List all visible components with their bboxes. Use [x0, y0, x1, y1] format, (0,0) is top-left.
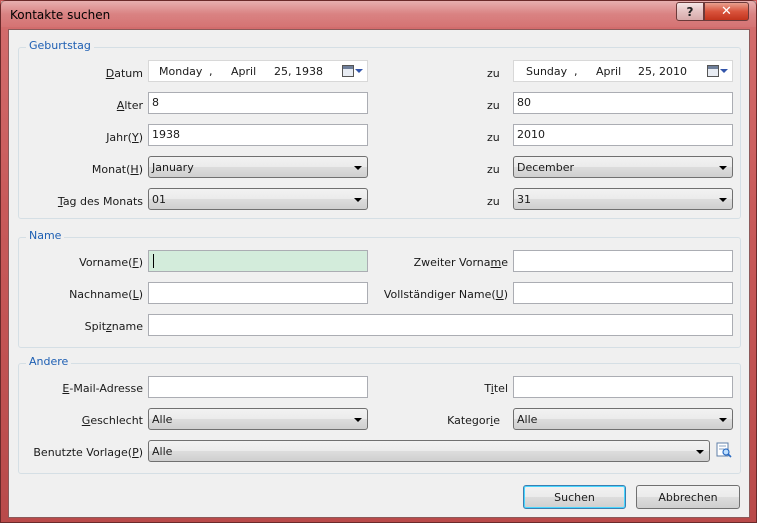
month-to-value: December: [517, 161, 575, 174]
last-name-field[interactable]: [148, 282, 368, 304]
date-to-sep: ,: [574, 65, 578, 78]
month-label: Monat(H): [91, 163, 143, 176]
template-select[interactable]: Alle: [148, 440, 710, 462]
gender-value: Alle: [152, 413, 173, 426]
category-label: Kategorie: [447, 414, 500, 427]
calendar-icon[interactable]: [342, 65, 354, 77]
date-label: Datum: [105, 67, 143, 80]
other-legend: Andere: [26, 355, 72, 368]
template-value: Alle: [152, 445, 173, 458]
date-from-month: April: [231, 65, 257, 78]
dialog-content: Geburtstag Datum Monday , April 25, 1938…: [8, 29, 750, 518]
day-to-value: 31: [517, 193, 531, 206]
email-field[interactable]: [148, 376, 368, 398]
middle-name-field[interactable]: [513, 250, 733, 272]
month-from-value: January: [152, 161, 194, 174]
chevron-down-icon: [719, 166, 727, 170]
chevron-down-icon: [696, 450, 704, 454]
year-to-label: zu: [487, 131, 500, 144]
day-to-select[interactable]: 31: [513, 188, 733, 210]
chevron-down-icon: [719, 418, 727, 422]
full-name-label: Vollständiger Name(U): [383, 288, 508, 301]
date-to-month: April: [596, 65, 622, 78]
window-title: Kontakte suchen: [10, 8, 111, 22]
full-name-field[interactable]: [513, 282, 733, 304]
calendar-icon[interactable]: [707, 65, 719, 77]
chevron-down-icon: [354, 166, 362, 170]
title-label: Titel: [484, 382, 508, 395]
help-button[interactable]: ?: [676, 2, 704, 21]
date-from-day-year: 25, 1938: [274, 65, 323, 78]
chevron-down-icon: [354, 198, 362, 202]
first-name-field[interactable]: [148, 250, 368, 272]
year-from-field[interactable]: 1938: [148, 124, 368, 146]
year-to-field[interactable]: 2010: [513, 124, 733, 146]
gender-select[interactable]: Alle: [148, 408, 368, 430]
date-from-picker[interactable]: Monday , April 25, 1938: [148, 60, 368, 82]
date-to-day-year: 25, 2010: [638, 65, 687, 78]
close-button[interactable]: ✕: [704, 2, 749, 21]
name-group: Name Vorname(F) Zweiter Vorname Nachname…: [18, 229, 741, 348]
date-to-weekday: Sunday: [526, 65, 568, 78]
nickname-field[interactable]: [148, 314, 733, 336]
title-bar: Kontakte suchen ? ✕: [1, 1, 756, 27]
chevron-down-icon[interactable]: [355, 69, 363, 73]
middle-name-label: Zweiter Vorname: [413, 256, 508, 269]
age-to-field[interactable]: 80: [513, 92, 733, 114]
chevron-down-icon: [354, 418, 362, 422]
chevron-down-icon[interactable]: [720, 69, 728, 73]
email-label: E-Mail-Adresse: [62, 382, 143, 395]
gender-label: Geschlecht: [81, 414, 143, 427]
month-from-select[interactable]: January: [148, 156, 368, 178]
title-field[interactable]: [513, 376, 733, 398]
dialog-window: Kontakte suchen ? ✕ Geburtstag Datum Mon…: [0, 0, 757, 523]
date-from-weekday: Monday: [159, 65, 203, 78]
age-from-field[interactable]: 8: [148, 92, 368, 114]
age-to-label: zu: [487, 99, 500, 112]
day-from-select[interactable]: 01: [148, 188, 368, 210]
search-button[interactable]: Suchen: [523, 485, 626, 509]
cancel-button[interactable]: Abbrechen: [636, 485, 740, 509]
month-to-select[interactable]: December: [513, 156, 733, 178]
last-name-label: Nachname(L): [69, 288, 143, 301]
template-label: Benutzte Vorlage(P): [33, 446, 143, 459]
month-to-label: zu: [487, 163, 500, 176]
first-name-label: Vorname(F): [79, 256, 143, 269]
birthday-legend: Geburtstag: [26, 39, 94, 52]
day-to-label: zu: [487, 195, 500, 208]
other-group: Andere E-Mail-Adresse Titel Geschlecht A…: [18, 355, 741, 474]
template-lookup-icon[interactable]: [716, 442, 732, 458]
age-label: Alter: [116, 99, 143, 112]
nickname-label: Spitzname: [84, 320, 143, 333]
year-label: Jahr(Y): [106, 131, 143, 144]
date-to-label: zu: [487, 67, 500, 80]
birthday-group: Geburtstag Datum Monday , April 25, 1938…: [18, 39, 741, 219]
date-to-picker[interactable]: Sunday , April 25, 2010: [513, 60, 733, 82]
date-from-sep: ,: [209, 65, 213, 78]
category-select[interactable]: Alle: [513, 408, 733, 430]
name-legend: Name: [26, 229, 65, 242]
category-value: Alle: [517, 413, 538, 426]
chevron-down-icon: [719, 198, 727, 202]
day-of-month-label: Tag des Monats: [57, 195, 143, 208]
day-from-value: 01: [152, 193, 166, 206]
